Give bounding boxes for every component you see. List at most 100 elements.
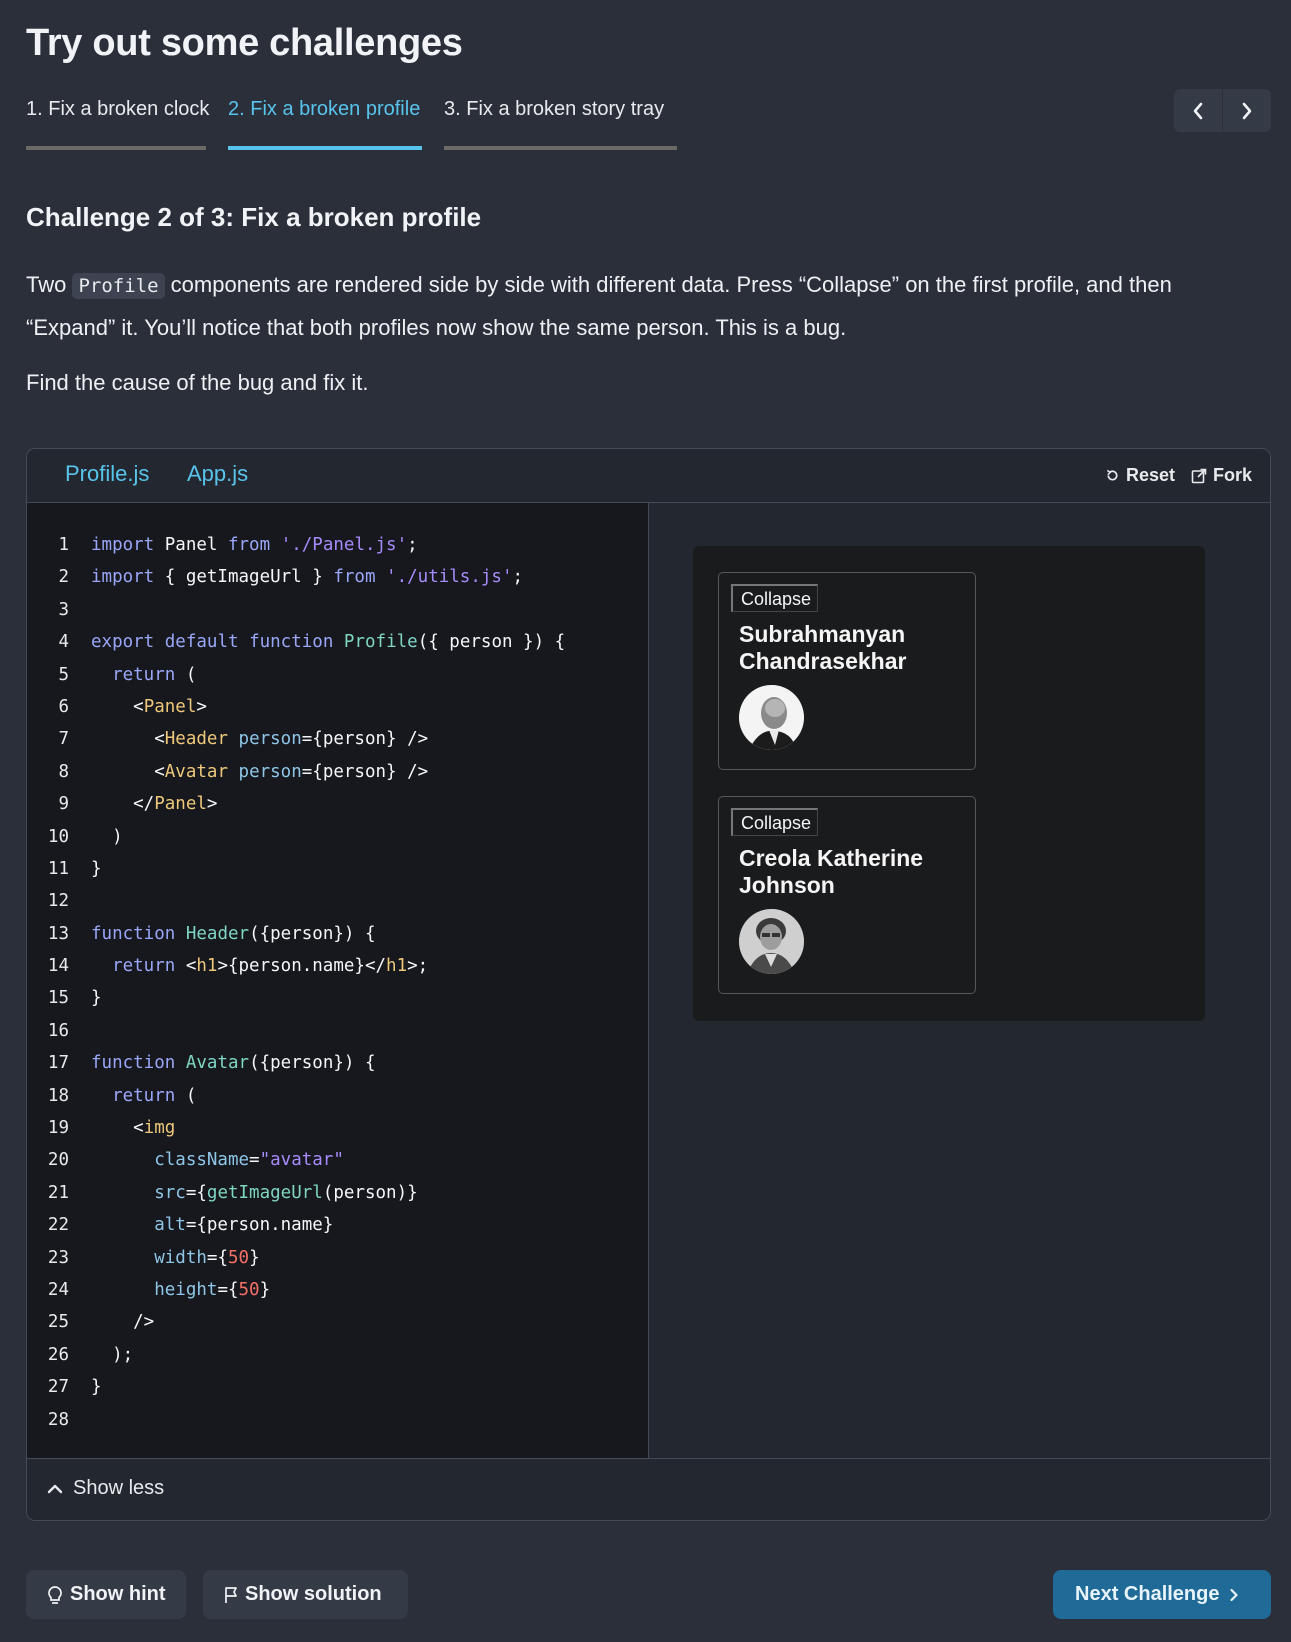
prev-challenge-button[interactable] bbox=[1174, 89, 1222, 132]
line-number: 12 bbox=[47, 891, 69, 912]
next-challenge-button[interactable]: Next Challenge bbox=[1053, 1570, 1271, 1619]
code-line: 9 </Panel> bbox=[27, 788, 648, 820]
show-less-label: Show less bbox=[73, 1477, 165, 1499]
code-line: 20 className="avatar" bbox=[27, 1144, 648, 1176]
line-number: 10 bbox=[47, 826, 69, 847]
code-text: ) bbox=[91, 826, 123, 847]
profile-card: Collapse Subrahmanyan Chandrasekhar bbox=[718, 572, 976, 770]
line-number: 7 bbox=[58, 729, 69, 750]
code-line: 22 alt={person.name} bbox=[27, 1209, 648, 1241]
line-number: 9 bbox=[58, 794, 69, 815]
tab-challenge-1[interactable]: 1. Fix a broken clock bbox=[26, 98, 209, 150]
code-line: 21 src={getImageUrl(person)} bbox=[27, 1177, 648, 1209]
code-line: 26 ); bbox=[27, 1339, 648, 1371]
code-line: 2 import { getImageUrl } from './utils.js… bbox=[27, 561, 648, 593]
line-number: 3 bbox=[58, 599, 69, 620]
code-line: 14 return <h1>{person.name}</h1>; bbox=[27, 950, 648, 982]
code-text: <img bbox=[91, 1118, 176, 1139]
reset-label: Reset bbox=[1125, 465, 1175, 485]
code-text: return ( bbox=[112, 664, 197, 685]
profile-card: Collapse Creola Katherine Johnson bbox=[718, 796, 976, 994]
code-line: 1 import Panel from './Panel.js'; bbox=[27, 529, 648, 561]
code-line: 19 <img bbox=[27, 1112, 648, 1144]
line-number: 25 bbox=[47, 1312, 69, 1333]
code-text: } bbox=[91, 858, 102, 879]
code-text: <Avatar person={person} /> bbox=[91, 761, 429, 782]
line-number: 21 bbox=[47, 1182, 69, 1203]
line-number: 5 bbox=[58, 664, 69, 685]
reset-button[interactable]: Reset bbox=[1105, 465, 1175, 486]
code-sandbox: Profile.js App.js Reset Fork 1 import Pan… bbox=[26, 448, 1271, 1521]
code-text: alt={person.name} bbox=[154, 1215, 334, 1236]
chevron-left-icon bbox=[1193, 102, 1203, 119]
challenge-nav bbox=[1174, 89, 1271, 132]
code-line: 28 bbox=[27, 1404, 648, 1436]
code-text: className="avatar" bbox=[154, 1150, 344, 1171]
code-text: src={getImageUrl(person)} bbox=[154, 1182, 418, 1203]
line-number: 16 bbox=[47, 1020, 69, 1041]
challenge-tabs: 1. Fix a broken clock 2. Fix a broken pr… bbox=[26, 98, 699, 152]
code-line: 24 height={50} bbox=[27, 1274, 648, 1306]
collapse-button[interactable]: Collapse bbox=[731, 584, 818, 612]
tab-challenge-2[interactable]: 2. Fix a broken profile bbox=[228, 98, 422, 150]
code-line: 27} bbox=[27, 1371, 648, 1403]
line-number: 22 bbox=[47, 1215, 69, 1236]
code-line: 12 bbox=[27, 885, 648, 917]
next-challenge-nav-button[interactable] bbox=[1222, 89, 1271, 132]
show-less-button[interactable]: Show less bbox=[47, 1477, 164, 1500]
collapse-button[interactable]: Collapse bbox=[731, 808, 818, 836]
tab-challenge-3[interactable]: 3. Fix a broken story tray bbox=[444, 98, 677, 150]
challenge-heading: Challenge 2 of 3: Fix a broken profile bbox=[26, 202, 481, 233]
challenge-heading-prefix: Challenge 2 of 3: bbox=[26, 202, 235, 232]
code-text: return ( bbox=[112, 1085, 197, 1106]
code-text: import Panel from './Panel.js'; bbox=[91, 535, 418, 555]
chevron-right-icon bbox=[1242, 102, 1252, 119]
external-link-icon bbox=[1191, 468, 1207, 483]
fork-button[interactable]: Fork bbox=[1191, 465, 1252, 486]
challenge-heading-title: Fix a broken profile bbox=[241, 202, 482, 232]
code-text: return <h1>{person.name}</h1>; bbox=[112, 956, 429, 977]
code-line: 25 /> bbox=[27, 1306, 648, 1338]
show-solution-label: Show solution bbox=[245, 1583, 382, 1605]
line-number: 1 bbox=[58, 535, 69, 555]
code-text: export default function Profile({ person… bbox=[91, 632, 566, 653]
code-line: 16 bbox=[27, 1015, 648, 1047]
line-number: 8 bbox=[58, 761, 69, 782]
avatar bbox=[739, 909, 804, 974]
line-number: 18 bbox=[47, 1085, 69, 1106]
desc-text-2: components are rendered side by side wit… bbox=[26, 272, 1172, 340]
code-text: width={50} bbox=[154, 1247, 260, 1268]
line-number: 24 bbox=[47, 1279, 69, 1300]
show-hint-label: Show hint bbox=[70, 1583, 166, 1605]
show-solution-button[interactable]: Show solution bbox=[203, 1570, 408, 1619]
challenge-instruction: Find the cause of the bug and fix it. bbox=[26, 370, 369, 395]
desc-inline-code: Profile bbox=[72, 273, 165, 299]
code-line: 5 return ( bbox=[27, 659, 648, 691]
chevron-up-icon bbox=[47, 1484, 63, 1493]
desc-text-1: Two bbox=[26, 272, 73, 297]
code-line: 3 bbox=[27, 594, 648, 626]
code-line: 23 width={50} bbox=[27, 1242, 648, 1274]
line-number: 15 bbox=[47, 988, 69, 1009]
line-number: 19 bbox=[47, 1118, 69, 1139]
code-text: <Header person={person} /> bbox=[91, 729, 429, 750]
code-text: function Header({person}) { bbox=[91, 923, 376, 944]
code-text: height={50} bbox=[154, 1279, 271, 1300]
preview-frame: Collapse Subrahmanyan Chandrasekhar Coll… bbox=[693, 546, 1205, 1021]
line-number: 26 bbox=[47, 1344, 69, 1365]
code-line: 7 <Header person={person} /> bbox=[27, 723, 648, 755]
avatar bbox=[739, 685, 804, 750]
code-text: /> bbox=[91, 1312, 155, 1333]
show-hint-button[interactable]: Show hint bbox=[26, 1570, 186, 1619]
lightbulb-icon bbox=[48, 1585, 62, 1604]
file-tab-profile[interactable]: Profile.js bbox=[65, 461, 149, 487]
code-editor[interactable]: 1 import Panel from './Panel.js'; 2 import … bbox=[27, 503, 649, 1459]
line-number: 13 bbox=[47, 923, 69, 944]
code-line: 8 <Avatar person={person} /> bbox=[27, 756, 648, 788]
preview-pane: Collapse Subrahmanyan Chandrasekhar Coll… bbox=[650, 503, 1270, 1459]
file-tab-app[interactable]: App.js bbox=[187, 461, 248, 487]
chevron-right-icon bbox=[1230, 1588, 1239, 1601]
